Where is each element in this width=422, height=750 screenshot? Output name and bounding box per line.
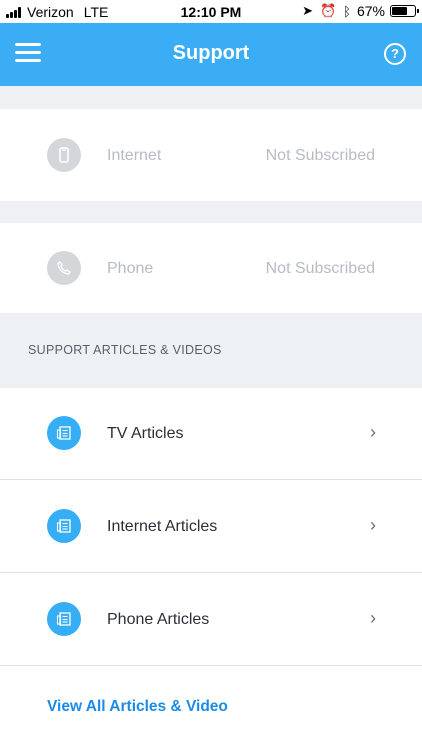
section-header: SUPPORT ARTICLES & VIDEOS [0, 313, 422, 388]
article-row-internet[interactable]: Internet Articles › [0, 480, 422, 572]
section-title: SUPPORT ARTICLES & VIDEOS [28, 343, 222, 357]
chevron-right-icon: › [370, 608, 376, 628]
article-icon [47, 602, 81, 636]
article-label: Phone Articles [107, 611, 210, 628]
service-row-phone: Phone Not Subscribed [0, 223, 422, 313]
article-icon [47, 416, 81, 450]
help-icon[interactable]: ? [384, 43, 406, 65]
divider [0, 665, 422, 666]
status-right: ➤ ⏰ ᛒ 67% [295, 3, 419, 19]
article-row-phone[interactable]: Phone Articles › [0, 573, 422, 665]
alarm-icon: ⏰ [319, 3, 337, 18]
chevron-right-icon: › [370, 422, 376, 442]
phone-icon [47, 251, 81, 285]
battery-percent: 67% [356, 3, 385, 19]
article-icon [47, 509, 81, 543]
bluetooth-icon: ᛒ [343, 3, 351, 19]
spacer-band [0, 86, 422, 109]
status-bar: Verizon LTE 12:10 PM ➤ ⏰ ᛒ 67% [0, 0, 422, 23]
article-label: TV Articles [107, 425, 184, 442]
article-row-tv[interactable]: TV Articles › [0, 388, 422, 479]
nav-bar: Support ? [0, 23, 422, 86]
service-label: Internet [107, 147, 162, 164]
location-arrow-icon: ➤ [302, 3, 313, 18]
phone-handset-icon [47, 138, 81, 172]
chevron-right-icon: › [370, 515, 376, 535]
battery-fill [392, 7, 407, 15]
service-status: Not Subscribed [265, 147, 375, 164]
view-all-link[interactable]: View All Articles & Video [47, 698, 228, 716]
service-row-internet: Internet Not Subscribed [0, 109, 422, 201]
battery-icon [390, 5, 419, 17]
page-title: Support [172, 42, 250, 64]
spacer-band [0, 201, 422, 223]
service-label: Phone [107, 260, 154, 277]
service-status: Not Subscribed [265, 260, 375, 277]
article-label: Internet Articles [107, 518, 218, 535]
